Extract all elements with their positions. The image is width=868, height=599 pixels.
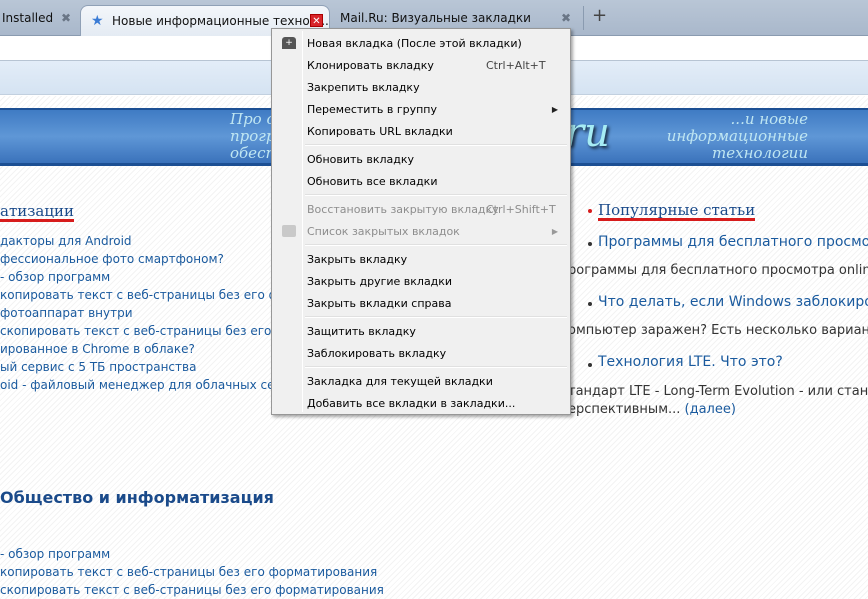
tab-label: Installed [2, 11, 54, 25]
menu-item-reload-all[interactable]: Обновить все вкладки [274, 170, 568, 192]
menu-item-move-to-group[interactable]: Переместить в группу ▶ [274, 98, 568, 120]
article-link[interactable]: скопировать текст с веб-страницы без его… [0, 324, 309, 338]
section-heading: Общество и информатизация [0, 488, 274, 507]
menu-item-bookmark-all[interactable]: Добавить все вкладки в закладки... [274, 392, 568, 414]
submenu-arrow-icon: ▶ [551, 226, 558, 236]
popular-heading[interactable]: Популярные статьи [598, 202, 756, 221]
new-tab-icon: + [282, 37, 296, 49]
menu-item-lock-tab[interactable]: Заблокировать вкладку [274, 342, 568, 364]
popular-link[interactable]: Технология LTE. Что это? [598, 354, 783, 370]
submenu-arrow-icon: ▶ [551, 104, 558, 114]
bullet [588, 209, 592, 213]
bullet [588, 242, 592, 246]
article-link[interactable]: ый сервис с 5 ТБ пространства [0, 360, 196, 374]
article-link[interactable]: oid - файловый менеджер для облачных сер… [0, 378, 304, 392]
article-link[interactable]: фессиональное фото смартфоном? [0, 252, 224, 266]
article-link[interactable]: копировать текст с веб-страницы без его … [0, 565, 377, 579]
menu-item-pin-tab[interactable]: Закрепить вкладку [274, 76, 568, 98]
article-link[interactable]: ированное в Chrome в облаке? [0, 342, 195, 356]
site-logo: ru [565, 110, 610, 156]
banner-right-text: ...и новые информационные технологии [666, 110, 808, 162]
popular-link[interactable]: Что делать, если Windows заблокирован [598, 294, 868, 310]
menu-item-reload-tab[interactable]: Обновить вкладку [274, 148, 568, 170]
bullet [588, 302, 592, 306]
menu-item-copy-url[interactable]: Копировать URL вкладки [274, 120, 568, 142]
menu-item-close-tab[interactable]: Закрыть вкладку [274, 248, 568, 270]
menu-item-restore-closed[interactable]: Восстановить закрытую вкладку Ctrl+Shift+… [274, 198, 568, 220]
article-excerpt: омпьютер заражен? Есть несколько вариант… [568, 323, 868, 338]
bullet [588, 363, 592, 367]
popular-link[interactable]: Программы для бесплатного просмотра о [598, 234, 868, 250]
close-tab-icon[interactable]: ✖ [561, 11, 571, 25]
banner-left-text: Про с прогр обесп [230, 110, 276, 162]
article-link[interactable]: скопировать текст с веб-страницы без его… [0, 583, 384, 597]
article-excerpt: рограммы для бесплатного просмотра onlin… [568, 263, 868, 278]
close-tab-icon[interactable]: ✕ [310, 14, 323, 27]
article-link[interactable]: - обзор программ [0, 270, 110, 284]
close-tab-icon[interactable]: ✖ [61, 11, 71, 25]
tab-installed[interactable]: Installed ✖ [0, 4, 80, 32]
menu-item-closed-tabs-list[interactable]: Список закрытых вкладок ▶ [274, 220, 568, 242]
tab-label: Mail.Ru: Визуальные закладки [340, 11, 531, 25]
menu-item-close-right[interactable]: Закрыть вкладки справа [274, 292, 568, 314]
article-link[interactable]: - обзор программ [0, 547, 110, 561]
article-link[interactable]: дакторы для Android [0, 234, 132, 248]
article-excerpt: тандарт LTE - Long-Term Evolution - или … [568, 384, 868, 399]
more-link[interactable]: (далее) [685, 402, 736, 417]
menu-item-clone-tab[interactable]: Клонировать вкладку Ctrl+Alt+T [274, 54, 568, 76]
article-link[interactable]: копировать текст с веб-страницы без его … [0, 288, 310, 302]
menu-item-new-tab[interactable]: + Новая вкладка (После этой вкладки) [274, 32, 568, 54]
article-excerpt: ерспективным... (далее) [568, 402, 736, 417]
menu-item-protect-tab[interactable]: Защитить вкладку [274, 320, 568, 342]
tab-label: Новые информационные технол... [112, 14, 329, 28]
tab-context-menu: + Новая вкладка (После этой вкладки) Кло… [271, 28, 571, 415]
article-link[interactable]: фотоаппарат внутри [0, 306, 133, 320]
star-favicon-icon: ★ [91, 13, 104, 29]
closed-tabs-icon [282, 225, 296, 237]
menu-item-bookmark-tab[interactable]: Закладка для текущей вкладки [274, 370, 568, 392]
section-heading[interactable]: атизации [0, 203, 75, 222]
menu-item-close-other[interactable]: Закрыть другие вкладки [274, 270, 568, 292]
new-tab-button[interactable]: + [592, 5, 607, 26]
